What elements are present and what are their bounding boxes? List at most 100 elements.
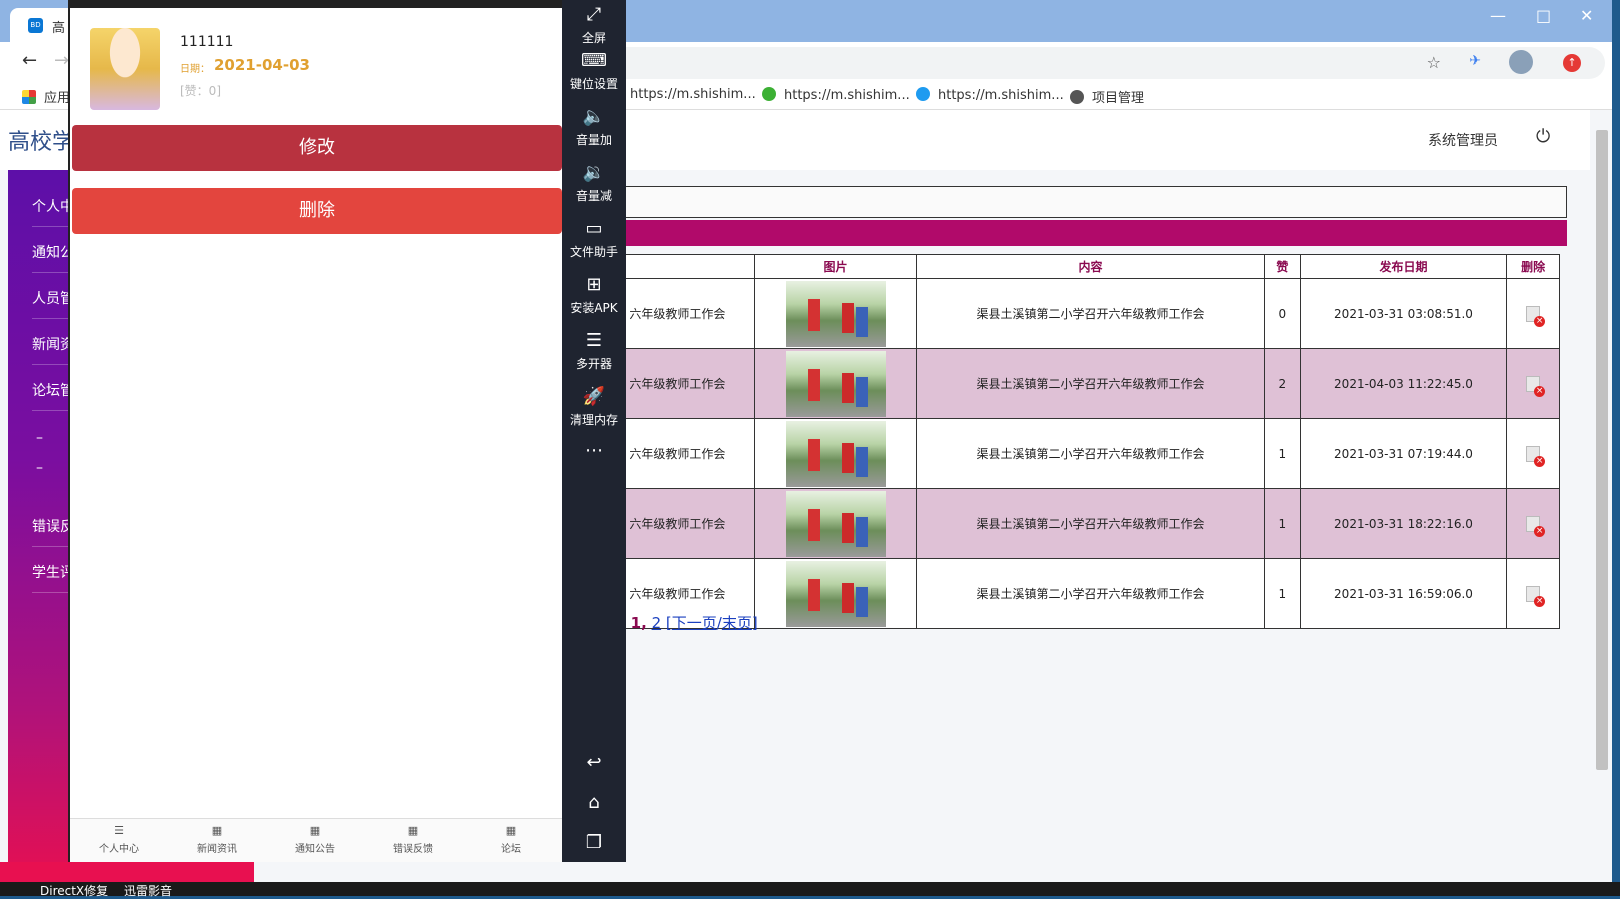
admin-name[interactable]: 系统管理员 [1428, 130, 1498, 150]
row-likes: 0 [1263, 278, 1301, 349]
bookmark-4[interactable]: 项目管理 [1070, 87, 1144, 106]
taskbar-item[interactable]: 迅雷影音 [124, 882, 172, 899]
volume-down-tool[interactable]: 🔉 音量减 [562, 162, 626, 204]
row-date: 2021-04-03 11:22:45.0 [1299, 348, 1508, 419]
home-icon: ⌂ [588, 792, 600, 813]
row-content: 渠县土溪镇第二小学召开六年级教师工作会 [916, 488, 1265, 559]
bookmark-1[interactable]: https://m.shishim... [630, 87, 756, 102]
row-likes: 1 [1263, 418, 1301, 489]
update-icon[interactable]: ↑ [1563, 54, 1581, 72]
news-photo [785, 560, 886, 627]
delete-icon[interactable] [1526, 515, 1546, 537]
col-date: 发布日期 [1299, 254, 1508, 279]
row-likes: 2 [1263, 348, 1301, 419]
search-input[interactable] [605, 186, 1567, 218]
home-tool[interactable]: ⌂ [562, 792, 626, 817]
row-date: 2021-03-31 07:19:44.0 [1299, 418, 1508, 489]
globe-icon [1070, 90, 1084, 104]
back-icon[interactable]: ← [22, 50, 37, 71]
back-arrow-icon: ↩ [586, 752, 602, 773]
multi-instance-tool[interactable]: ☰ 多开器 [562, 330, 626, 372]
row-delete[interactable] [1506, 418, 1560, 489]
row-content: 渠县土溪镇第二小学召开六年级教师工作会 [916, 278, 1265, 349]
minimize-icon[interactable]: — [1490, 6, 1506, 25]
rocket-icon: 🚀 [582, 386, 606, 407]
keymap-tool[interactable]: ⌨ 键位设置 [562, 50, 626, 92]
volume-down-icon: 🔉 [582, 162, 606, 183]
file-assistant-tool[interactable]: ▭ 文件助手 [562, 218, 626, 260]
row-image [753, 348, 918, 419]
delete-icon[interactable] [1526, 445, 1546, 467]
delete-icon[interactable] [1526, 305, 1546, 327]
table-title-bar [605, 220, 1567, 246]
sidebar-subitem[interactable]: – [36, 460, 43, 476]
bottom-nav: ☰ 个人中心 ▦ 新闻资讯 ▦ 通知公告 ▦ 错误反馈 ▦ 论坛 [70, 818, 564, 862]
row-delete[interactable] [1506, 278, 1560, 349]
extension-icon[interactable]: ✈ [1469, 53, 1481, 69]
table-row: 六年级教师工作会 渠县土溪镇第二小学召开六年级教师工作会 2 2021-04-0… [600, 348, 1560, 419]
pager-page-2[interactable]: 2 [652, 614, 662, 632]
fullscreen-icon: ⤢ [586, 4, 602, 25]
site-icon [916, 87, 930, 101]
bookmark-3[interactable]: https://m.shishim... [916, 87, 1064, 103]
volume-up-icon: 🔈 [582, 106, 606, 127]
row-delete[interactable] [1506, 488, 1560, 559]
taskbar-item[interactable]: DirectX修复 [40, 882, 108, 899]
row-delete[interactable] [1506, 558, 1560, 629]
page-scrollbar[interactable] [1596, 130, 1608, 770]
back-tool[interactable]: ↩ [562, 752, 626, 777]
delete-icon[interactable] [1526, 375, 1546, 397]
bookmark-star-icon[interactable]: ☆ [1427, 53, 1441, 72]
table-row: 六年级教师工作会 渠县土溪镇第二小学召开六年级教师工作会 1 2021-03-3… [600, 488, 1560, 559]
last-page-link[interactable]: 末页 [722, 614, 752, 632]
maximize-icon[interactable]: □ [1536, 6, 1551, 25]
bookmark-2[interactable]: https://m.shishim... [762, 87, 910, 103]
grid-icon: ▦ [211, 824, 223, 837]
row-date: 2021-03-31 03:08:51.0 [1299, 278, 1508, 349]
row-content: 渠县土溪镇第二小学召开六年级教师工作会 [916, 348, 1265, 419]
more-icon: ⋯ [585, 440, 603, 461]
grid-icon: ▦ [309, 824, 321, 837]
recent-apps-tool[interactable]: ❐ [562, 832, 626, 857]
next-page-link[interactable]: 下一页 [672, 614, 717, 632]
more-tool[interactable]: ⋯ [562, 440, 626, 465]
install-apk-tool[interactable]: ⊞ 安装APK [562, 274, 626, 316]
fullscreen-tool[interactable]: ⤢ 全屏 [562, 4, 626, 46]
power-icon[interactable]: ⏻ [1536, 126, 1550, 147]
post-date: 2021-04-03 [214, 56, 310, 74]
forward-icon[interactable]: → [54, 50, 69, 71]
recent-apps-icon: ❐ [585, 832, 603, 853]
emulator-toolbar: ⤢ 全屏 ⌨ 键位设置 🔈 音量加 🔉 音量减 ▭ 文件助手 ⊞ 安装APK ☰ 多开器 🚀 清… [562, 0, 626, 862]
row-delete[interactable] [1506, 348, 1560, 419]
profile-avatar[interactable] [1509, 50, 1533, 74]
table-row: 六年级教师工作会 渠县土溪镇第二小学召开六年级教师工作会 1 2021-03-3… [600, 418, 1560, 489]
news-photo [785, 280, 886, 347]
grid-icon: ▦ [407, 824, 419, 837]
wechat-icon [762, 87, 776, 101]
row-content: 渠县土溪镇第二小学召开六年级教师工作会 [916, 418, 1265, 489]
apk-icon: ⊞ [586, 274, 602, 295]
clean-memory-tool[interactable]: 🚀 清理内存 [562, 386, 626, 428]
sidebar-subitem[interactable]: – [36, 430, 43, 446]
apps-bookmark[interactable]: 应用 [22, 87, 70, 106]
row-image [753, 488, 918, 559]
news-photo [785, 490, 886, 557]
col-image: 图片 [753, 254, 918, 279]
nav-news[interactable]: ▦ 新闻资讯 [168, 825, 266, 855]
edit-button[interactable]: 修改 [72, 125, 562, 171]
close-window-icon[interactable]: ✕ [1580, 6, 1593, 25]
volume-up-tool[interactable]: 🔈 音量加 [562, 106, 626, 148]
date-label: 日期： [180, 64, 210, 75]
nav-feedback[interactable]: ▦ 错误反馈 [364, 825, 462, 855]
nav-personal-center[interactable]: ☰ 个人中心 [70, 825, 168, 855]
keyboard-icon: ⌨ [581, 50, 607, 71]
post-author: 111111 [180, 34, 234, 50]
nav-notice[interactable]: ▦ 通知公告 [266, 825, 364, 855]
delete-icon[interactable] [1526, 585, 1546, 607]
monitor-icon: ▭ [585, 218, 603, 239]
delete-button[interactable]: 删除 [72, 188, 562, 234]
tab-title: 高 [52, 21, 66, 36]
nav-forum[interactable]: ▦ 论坛 [462, 825, 560, 855]
address-bar[interactable]: ☆ ✈ ↑ [605, 47, 1605, 79]
grid-icon: ▦ [505, 824, 517, 837]
